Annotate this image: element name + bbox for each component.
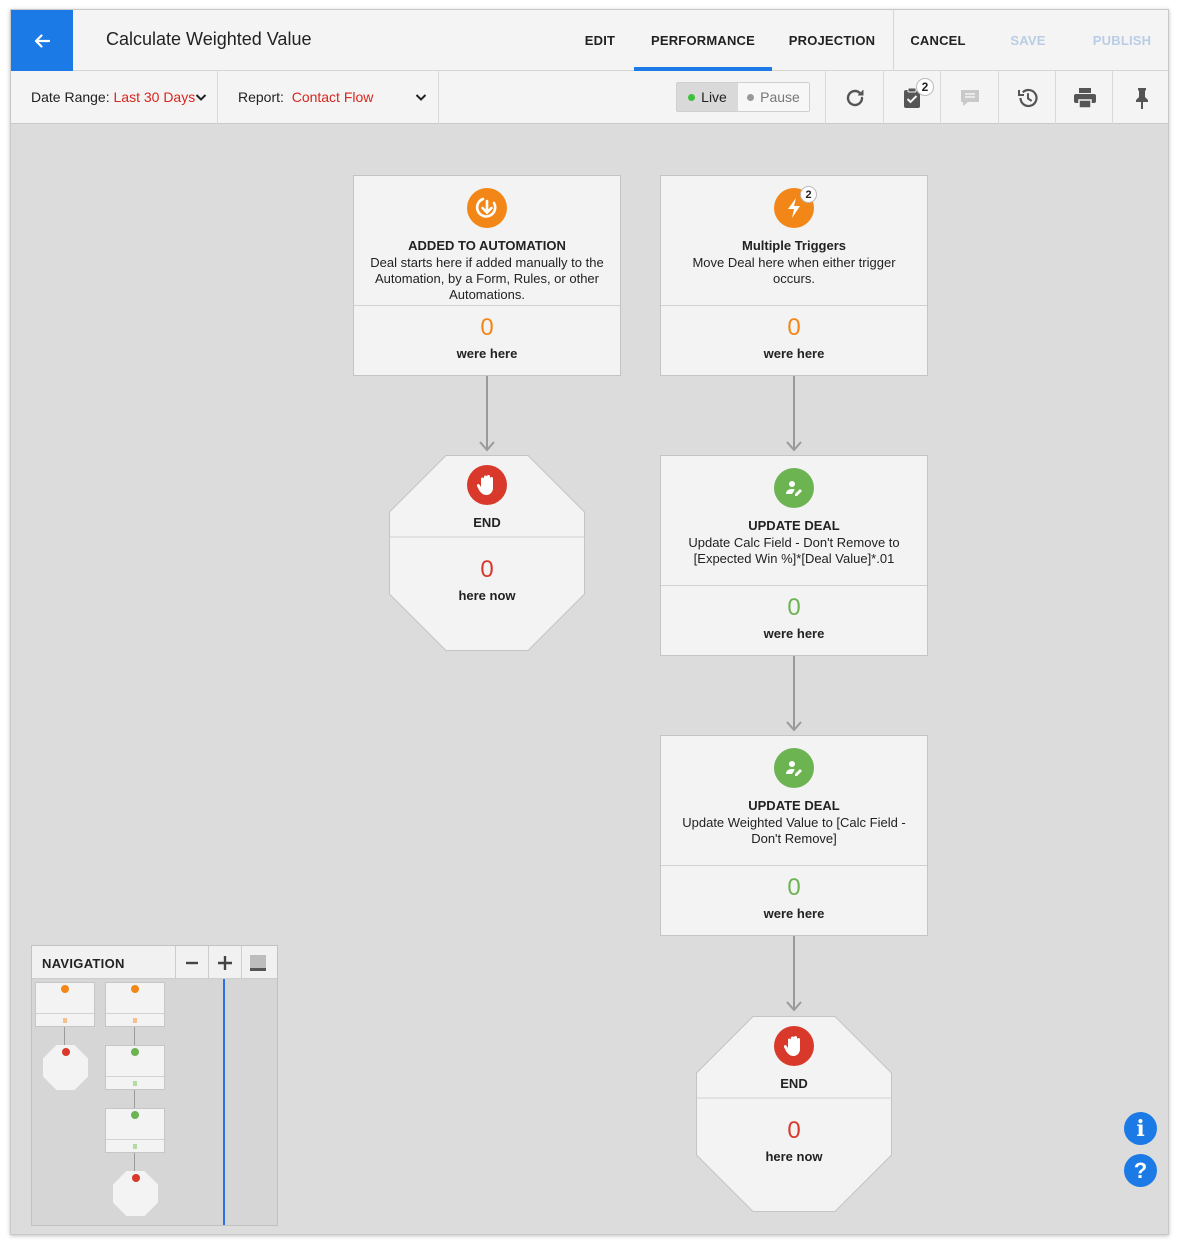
- node-count: 0: [787, 1117, 801, 1144]
- node-count: 0: [787, 314, 801, 341]
- trigger-count-badge: 2: [800, 186, 817, 203]
- back-button[interactable]: [11, 10, 73, 71]
- history-icon: [1017, 88, 1038, 107]
- minimap-node: [35, 982, 95, 1027]
- report-label: Report: Contact Flow: [238, 89, 374, 105]
- connector-arrow: [479, 376, 495, 452]
- node-title: END: [473, 515, 501, 530]
- zoom-in-button[interactable]: [208, 946, 241, 979]
- notes-button[interactable]: [941, 71, 998, 124]
- node-count-label: here now: [458, 588, 516, 603]
- stop-hand-icon: [467, 465, 507, 505]
- node-count-label: were here: [763, 626, 825, 641]
- arrow-left-icon: [34, 33, 51, 48]
- pause-button[interactable]: Pause: [738, 83, 809, 111]
- automation-start-icon: [467, 188, 507, 228]
- minimap-node: [113, 1171, 158, 1216]
- report-dropdown[interactable]: Report: Contact Flow: [218, 71, 438, 124]
- zoom-out-button[interactable]: [175, 946, 208, 979]
- tab-edit[interactable]: EDIT: [571, 10, 629, 71]
- page-title: Calculate Weighted Value: [106, 29, 312, 49]
- action-node-update-deal[interactable]: UPDATE DEAL Update Calc Field - Don't Re…: [660, 455, 928, 656]
- node-count: 0: [787, 594, 801, 621]
- node-title: UPDATE DEAL: [748, 518, 840, 533]
- minimap-node: [105, 1045, 165, 1090]
- node-count: 0: [787, 874, 801, 901]
- edit-deal-icon: [774, 748, 814, 788]
- history-button[interactable]: [999, 71, 1056, 124]
- node-count-label: here now: [765, 1149, 823, 1164]
- live-pause-toggle: Live Pause: [676, 82, 810, 112]
- node-count-label: were here: [763, 346, 825, 361]
- print-button[interactable]: [1056, 71, 1113, 124]
- header-divider: [893, 10, 894, 71]
- stop-hand-icon: [774, 1026, 814, 1066]
- node-description: Move Deal here when either trigger occur…: [692, 255, 896, 286]
- node-count-label: were here: [763, 906, 825, 921]
- tab-performance[interactable]: PERFORMANCE: [634, 10, 772, 71]
- refresh-button[interactable]: [826, 71, 883, 124]
- node-description: Update Weighted Value to [Calc Field - D…: [682, 815, 906, 846]
- node-description: Deal starts here if added manually to th…: [370, 255, 604, 302]
- question-icon: ?: [1133, 1157, 1148, 1183]
- navigation-minimap[interactable]: [32, 979, 277, 1225]
- notes-icon: [960, 89, 979, 106]
- minimize-button[interactable]: [241, 946, 274, 979]
- chevron-down-icon: [195, 94, 207, 101]
- node-title: Multiple Triggers: [741, 238, 846, 253]
- live-status-dot: [688, 93, 696, 101]
- header-bar: Calculate Weighted Value EDIT PERFORMANC…: [11, 10, 1168, 71]
- minimap-viewport-edge[interactable]: [223, 979, 225, 1225]
- info-button[interactable]: i: [1124, 1112, 1157, 1145]
- navigation-panel: NAVIGATION: [31, 945, 278, 1226]
- node-count-label: were here: [456, 346, 518, 361]
- live-button[interactable]: Live: [677, 83, 738, 111]
- lightning-icon: 2: [774, 186, 817, 228]
- start-node-multiple-triggers[interactable]: 2 Multiple Triggers Move Deal here when …: [660, 175, 928, 376]
- start-node-added-to-automation[interactable]: ADDED TO AUTOMATION Deal starts here if …: [353, 175, 621, 376]
- toolbar: Date Range: Last 30 Days Report: Contact…: [11, 71, 1168, 124]
- pin-button[interactable]: [1113, 71, 1168, 124]
- report-value: Contact Flow: [291, 89, 374, 105]
- print-icon: [1073, 87, 1096, 109]
- date-range-value: Last 30 Days: [113, 89, 196, 105]
- navigation-title: NAVIGATION: [42, 956, 125, 971]
- automation-window: Calculate Weighted Value EDIT PERFORMANC…: [10, 9, 1169, 1235]
- node-title: END: [780, 1076, 808, 1091]
- end-node[interactable]: END 0 here now: [389, 455, 585, 651]
- date-range-label: Date Range: Last 30 Days: [31, 89, 196, 105]
- node-title: ADDED TO AUTOMATION: [408, 238, 566, 253]
- refresh-icon: [846, 89, 863, 106]
- date-range-dropdown[interactable]: Date Range: Last 30 Days: [11, 71, 217, 124]
- toolbar-divider: [438, 71, 439, 124]
- minus-icon: [186, 961, 198, 964]
- info-icon: i: [1136, 1115, 1145, 1142]
- node-title: UPDATE DEAL: [748, 798, 840, 813]
- pin-icon: [1135, 87, 1148, 109]
- save-button[interactable]: SAVE: [1003, 10, 1053, 71]
- tab-projection[interactable]: PROJECTION: [777, 10, 887, 71]
- chevron-down-icon: [415, 94, 427, 101]
- minimap-node: [105, 1108, 165, 1153]
- tasks-badge: 2: [916, 78, 934, 96]
- pause-status-dot: [747, 93, 755, 101]
- action-node-update-deal[interactable]: UPDATE DEAL Update Weighted Value to [Ca…: [660, 735, 928, 936]
- node-count: 0: [480, 556, 494, 583]
- connector-arrow: [786, 376, 802, 452]
- minimize-icon: [250, 954, 266, 971]
- minimap-node: [105, 982, 165, 1027]
- tasks-button[interactable]: 2: [884, 71, 941, 124]
- node-description: Update Calc Field - Don't Remove to [Exp…: [688, 535, 900, 566]
- cancel-button[interactable]: CANCEL: [903, 10, 973, 71]
- connector-arrow: [786, 936, 802, 1012]
- edit-deal-icon: [774, 468, 814, 508]
- connector-arrow: [786, 656, 802, 732]
- automation-canvas[interactable]: ADDED TO AUTOMATION Deal starts here if …: [11, 124, 1168, 1234]
- plus-icon: [218, 955, 232, 970]
- publish-button[interactable]: PUBLISH: [1083, 10, 1161, 71]
- node-count: 0: [480, 314, 494, 341]
- end-node[interactable]: END 0 here now: [696, 1016, 892, 1212]
- help-button[interactable]: ?: [1124, 1154, 1157, 1187]
- minimap-node: [43, 1045, 88, 1090]
